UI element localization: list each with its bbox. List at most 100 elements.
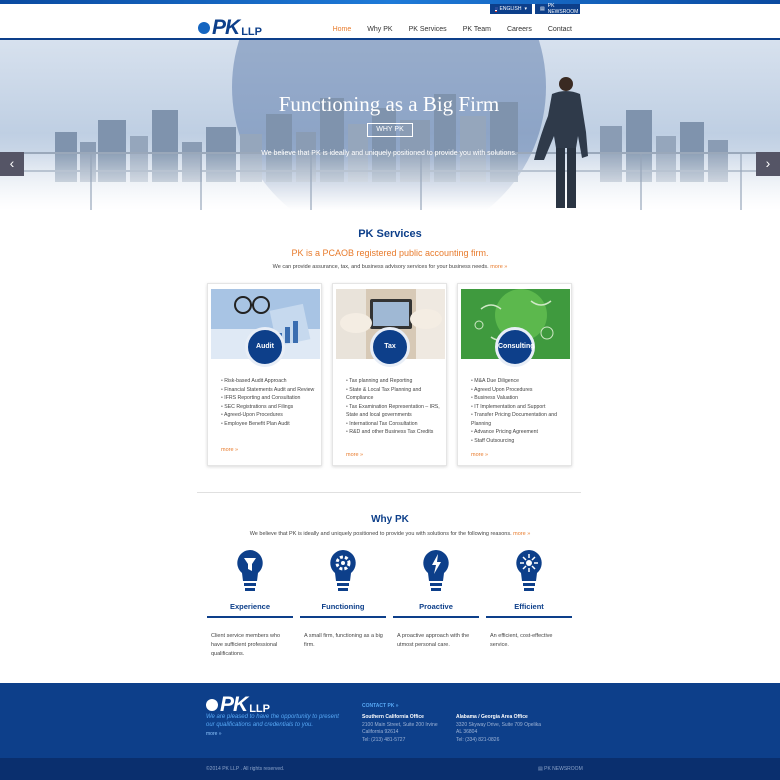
section-divider xyxy=(197,492,581,493)
why-pk-button[interactable]: WHY PK xyxy=(367,123,413,137)
feature-label: Functioning xyxy=(321,602,365,611)
why-pk-more-link[interactable]: more » xyxy=(513,531,530,537)
newsroom-link[interactable]: ▤ PK NEWSROOM xyxy=(535,3,580,15)
hero-banner: Functioning as a Big Firm WHY PK We beli… xyxy=(0,40,780,210)
lightning-bulb-icon xyxy=(423,550,449,591)
list-item: Agreed Upon Procedures xyxy=(471,386,566,395)
list-item: IT Implementation and Support xyxy=(471,403,566,412)
service-card-tax: Tax Tax planning and Reporting State & L… xyxy=(332,283,447,466)
footer-more-link[interactable]: more » xyxy=(206,731,222,737)
nav-pk-services[interactable]: PK Services xyxy=(401,22,455,41)
services-subtitle: PK is a PCAOB registered public accounti… xyxy=(291,248,489,258)
tax-badge[interactable]: Tax xyxy=(370,327,410,367)
list-item: Risk-based Audit Approach xyxy=(221,377,316,386)
site-logo[interactable]: PK LLP xyxy=(198,16,262,38)
balcony-railing xyxy=(0,152,780,210)
feature-label: Proactive xyxy=(419,602,453,611)
site-header: PK LLP Home Why PK PK Services PK Team C… xyxy=(0,4,780,45)
logo-llp-text: LLP xyxy=(241,26,262,38)
audit-badge[interactable]: Audit xyxy=(245,327,285,367)
tax-list: Tax planning and Reporting State & Local… xyxy=(346,377,441,437)
services-more-link[interactable]: more » xyxy=(490,264,507,270)
office-address: 3320 Skyway Drive, Suite 709 Opelika xyxy=(456,721,542,728)
newspaper-icon: ▤ xyxy=(538,766,543,772)
list-item: IFRS Reporting and Consultation xyxy=(221,394,316,403)
services-description-text: We can provide assurance, tax, and busin… xyxy=(272,264,489,270)
office-phone: Tel: (334) 821-0826 xyxy=(456,736,500,743)
feature-text: Client service members who have sufficie… xyxy=(211,633,281,657)
list-item: R&D and other Business Tax Credits xyxy=(346,428,441,437)
chevron-right-icon: › xyxy=(765,155,771,171)
main-nav: Home Why PK PK Services PK Team Careers … xyxy=(324,22,580,45)
footer-logo[interactable]: PK LLP xyxy=(206,694,270,715)
why-pk-description-text: We believe that PK is ideally and unique… xyxy=(249,531,512,537)
nav-home[interactable]: Home xyxy=(324,22,360,45)
footer-bottom-bar xyxy=(0,758,780,780)
services-description: We can provide assurance, tax, and busin… xyxy=(0,264,780,270)
funnel-bulb-icon xyxy=(237,550,263,591)
contact-pk-link[interactable]: CONTACT PK » xyxy=(362,703,399,709)
feature-underline xyxy=(207,616,293,618)
nav-pk-team[interactable]: PK Team xyxy=(455,22,499,41)
newspaper-icon: ▤ xyxy=(540,6,545,12)
logo-pk-text: PK xyxy=(212,16,240,39)
list-item: SEC Registrations and Filings xyxy=(221,403,316,412)
list-item: State & Local Tax Planning and Complianc… xyxy=(346,386,441,403)
hero-title: Functioning as a Big Firm xyxy=(278,92,500,116)
feature-underline xyxy=(486,616,572,618)
audit-list: Risk-based Audit Approach Financial Stat… xyxy=(221,377,316,428)
list-item: Business Valuation xyxy=(471,394,566,403)
newsroom-label: PK NEWSROOM xyxy=(544,766,583,772)
us-flag-icon xyxy=(495,6,498,12)
slider-next-button[interactable]: › xyxy=(756,152,780,176)
consulting-list: M&A Due Diligence Agreed Upon Procedures… xyxy=(471,377,566,445)
feature-underline xyxy=(393,616,479,618)
service-card-consulting: Consulting M&A Due Diligence Agreed Upon… xyxy=(457,283,572,466)
feature-text: A proactive approach with the utmost per… xyxy=(397,633,470,648)
feature-text: An efficient, cost-effective service. xyxy=(490,633,553,648)
newsroom-label: PK NEWSROOM xyxy=(547,3,579,15)
logo-pk-text: PK xyxy=(220,693,248,716)
tax-more-link[interactable]: more » xyxy=(346,452,363,458)
language-label: ENGLISH xyxy=(499,6,522,12)
office-name: Alabama / Georgia Area Office xyxy=(456,714,528,720)
copyright-text: ©2014 PK LLP . All rights reserved. xyxy=(206,766,285,772)
office-southern-california: Southern California Office 2100 Main Str… xyxy=(362,714,438,744)
logo-dot-icon xyxy=(198,22,210,34)
list-item: Staff Outsourcing xyxy=(471,437,566,446)
chevron-left-icon: ‹ xyxy=(9,155,15,171)
feature-label: Efficient xyxy=(514,602,544,611)
list-item: Financial Statements Audit and Review xyxy=(221,386,316,395)
audit-more-link[interactable]: more » xyxy=(221,447,238,453)
list-item: Tax planning and Reporting xyxy=(346,377,441,386)
feature-underline xyxy=(300,616,386,618)
gear-bulb-icon xyxy=(330,550,356,591)
nav-careers[interactable]: Careers xyxy=(499,22,540,41)
list-item: International Tax Consultation xyxy=(346,420,441,429)
consulting-more-link[interactable]: more » xyxy=(471,452,488,458)
spark-bulb-icon xyxy=(516,550,542,591)
slider-prev-button[interactable]: ‹ xyxy=(0,152,24,176)
list-item: Employee Benefit Plan Audit xyxy=(221,420,316,429)
why-pk-description: We believe that PK is ideally and unique… xyxy=(0,531,780,537)
list-item: M&A Due Diligence xyxy=(471,377,566,386)
nav-why-pk[interactable]: Why PK xyxy=(359,22,400,41)
caret-down-icon: ▾ xyxy=(524,6,527,12)
office-address: 2100 Main Street, Suite 200 Irvine xyxy=(362,721,438,728)
services-title: PK Services xyxy=(358,228,422,240)
service-card-audit: Audit Risk-based Audit Approach Financia… xyxy=(207,283,322,466)
office-phone: Tel: (213) 481-5727 xyxy=(362,736,406,743)
list-item: Advance Pricing Agreement xyxy=(471,428,566,437)
list-item: Agreed-Upon Procedures xyxy=(221,411,316,420)
feature-label: Experience xyxy=(229,602,271,611)
footer-newsroom-link[interactable]: ▤ PK NEWSROOM xyxy=(538,766,583,772)
list-item: Tax Examination Representation – IRS, St… xyxy=(346,403,441,420)
language-selector[interactable]: ENGLISH ▾ xyxy=(490,4,532,14)
office-address: AL 36804 xyxy=(456,729,478,735)
why-pk-title: Why PK xyxy=(371,514,409,525)
office-address: California 92614 xyxy=(362,729,399,735)
nav-contact[interactable]: Contact xyxy=(540,22,580,41)
consulting-badge[interactable]: Consulting xyxy=(495,327,535,367)
list-item: Transfer Pricing Documentation and Plann… xyxy=(471,411,566,428)
office-alabama-georgia: Alabama / Georgia Area Office 3320 Skywa… xyxy=(456,714,541,744)
